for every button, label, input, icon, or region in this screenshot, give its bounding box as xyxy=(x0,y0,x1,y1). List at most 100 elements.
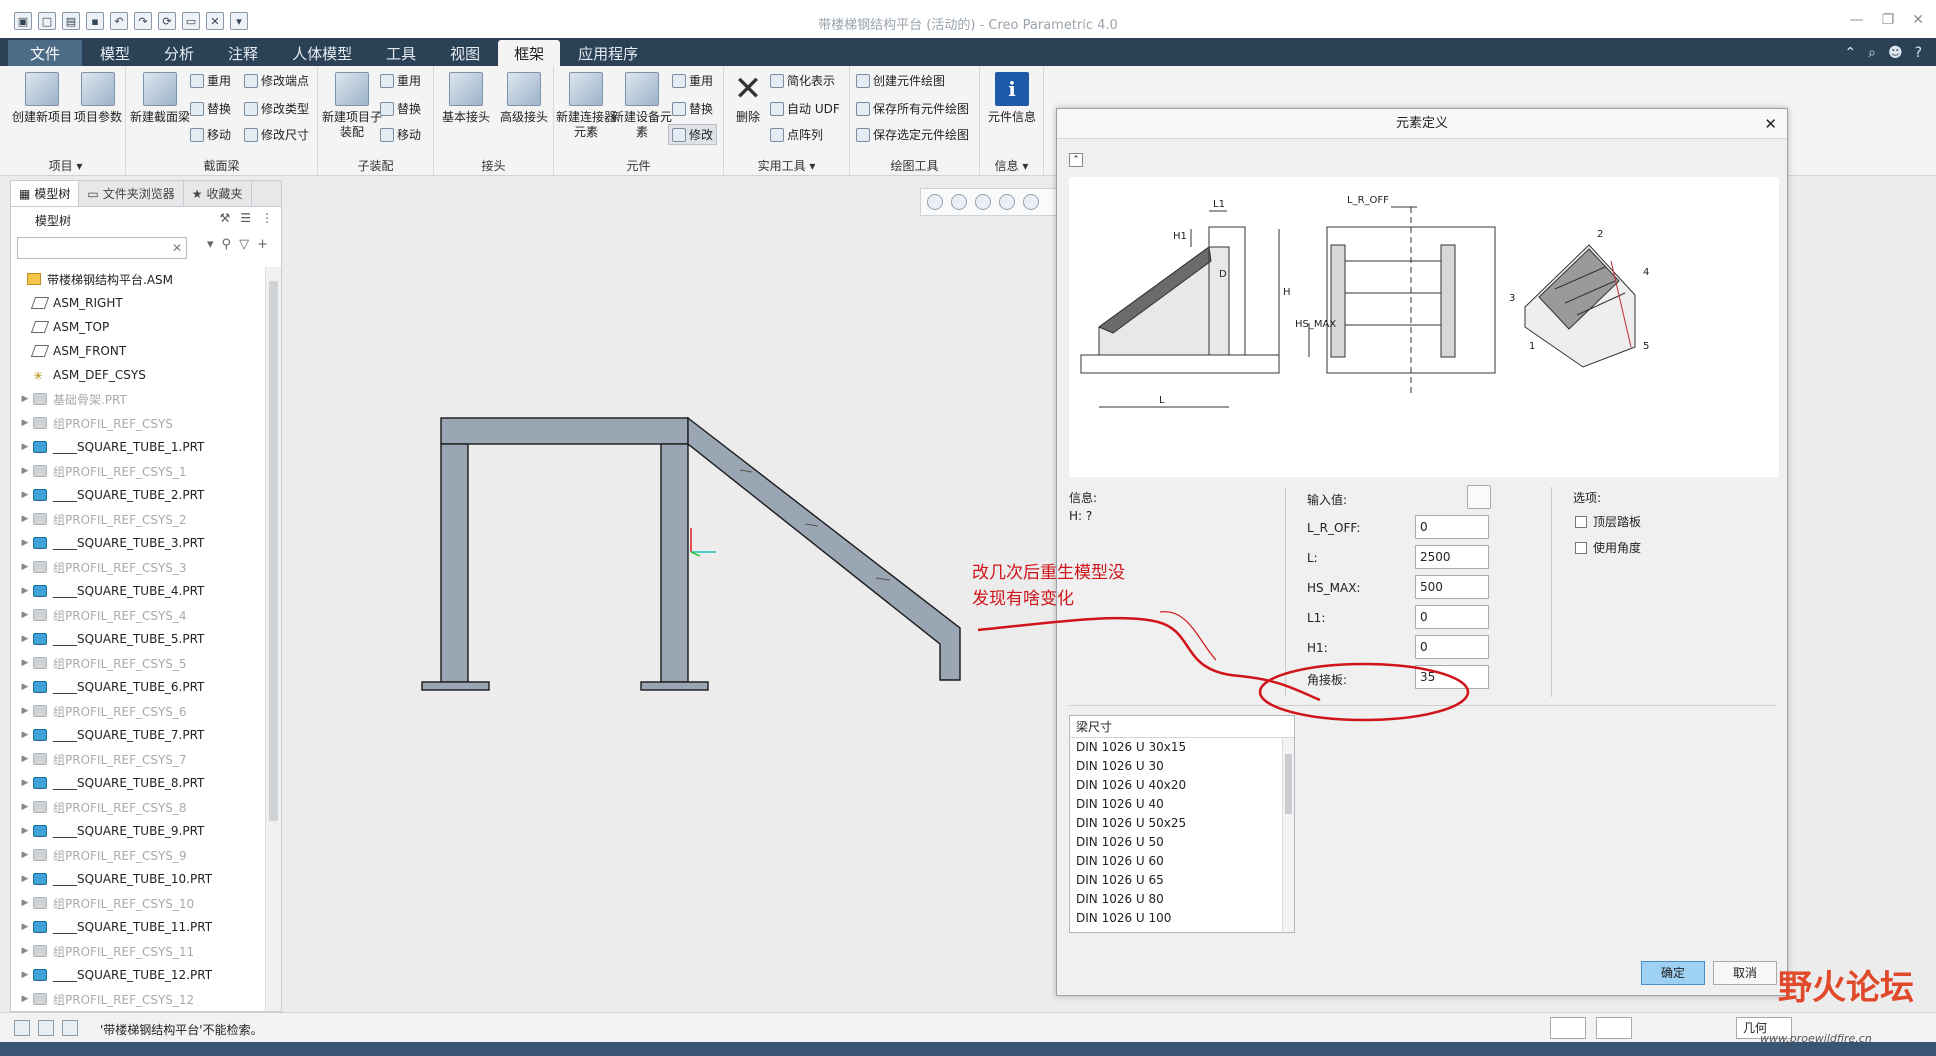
list-item[interactable]: DIN 1026 U 40 xyxy=(1070,795,1294,814)
expand-icon[interactable]: ▶ xyxy=(17,706,33,716)
beam-reuse-button[interactable]: 重用 xyxy=(190,72,231,89)
tab-model-tree[interactable]: ▦ 模型树 xyxy=(11,181,80,206)
tree-item[interactable]: ▶ ____SQUARE_TUBE_12.PRT xyxy=(11,963,263,987)
tree-item[interactable]: ▶ 基础骨架.PRT xyxy=(11,387,263,411)
help-icon[interactable]: ? xyxy=(1915,45,1922,61)
tree-item[interactable]: ▶ 组PROFIL_REF_CSYS_9 xyxy=(11,843,263,867)
tab-annotate[interactable]: 注释 xyxy=(212,40,274,66)
tree-item[interactable]: ▶ 组PROFIL_REF_CSYS_5 xyxy=(11,651,263,675)
dialog-close-icon[interactable]: ✕ xyxy=(1764,109,1777,139)
tab-folder-browser[interactable]: ▭ 文件夹浏览器 xyxy=(79,181,184,206)
tree-item[interactable]: ASM_RIGHT xyxy=(11,291,263,315)
expand-icon[interactable]: ▶ xyxy=(17,754,33,764)
tree-item[interactable]: ▶ 组PROFIL_REF_CSYS_12 xyxy=(11,987,263,1011)
point-pattern-button[interactable]: 点阵列 xyxy=(770,126,823,143)
tree-filter-icon[interactable]: ⋮ xyxy=(261,211,273,225)
tab-file[interactable]: 文件 xyxy=(8,40,83,66)
tree-item[interactable]: ▶ ____SQUARE_TUBE_2.PRT xyxy=(11,483,263,507)
checkbox[interactable] xyxy=(1575,515,1587,528)
expand-icon[interactable]: ▶ xyxy=(17,466,33,476)
expand-icon[interactable]: ▶ xyxy=(17,898,33,908)
repaint-icon[interactable] xyxy=(999,194,1015,210)
new-connector-element-button[interactable]: 新建连接器元素 xyxy=(554,72,618,140)
new-subassembly-button[interactable]: 新建项目子装配 xyxy=(320,72,384,140)
tree-item[interactable]: ▶ 组PROFIL_REF_CSYS xyxy=(11,411,263,435)
display-style-icon[interactable] xyxy=(1023,194,1039,210)
tab-tools[interactable]: 工具 xyxy=(370,40,432,66)
expand-icon[interactable]: ▶ xyxy=(17,850,33,860)
list-item[interactable]: DIN 1026 U 60 xyxy=(1070,852,1294,871)
element-reuse-button[interactable]: 重用 xyxy=(672,72,713,89)
modify-type-button[interactable]: 修改类型 xyxy=(244,100,309,117)
close-icon[interactable]: ✕ xyxy=(1912,12,1924,28)
expand-icon[interactable]: ▶ xyxy=(17,994,33,1004)
find-icon[interactable]: ⚲ xyxy=(222,237,232,252)
list-item[interactable]: DIN 1026 U 50 xyxy=(1070,833,1294,852)
tree-search-input[interactable]: ✕ xyxy=(17,237,187,259)
selection-box-icon[interactable] xyxy=(1596,1017,1632,1039)
tree-item[interactable]: ▶ ____SQUARE_TUBE_3.PRT xyxy=(11,531,263,555)
expand-icon[interactable]: ▶ xyxy=(17,730,33,740)
tree-item[interactable]: ▶ 组PROFIL_REF_CSYS_1 xyxy=(11,459,263,483)
tab-favorites[interactable]: ★ 收藏夹 xyxy=(184,181,252,206)
expand-icon[interactable]: ▶ xyxy=(17,634,33,644)
create-component-drawing-button[interactable]: 创建元件绘图 xyxy=(856,72,945,89)
param-input-gusset[interactable]: 35 xyxy=(1415,665,1489,689)
expand-icon[interactable]: ▶ xyxy=(17,586,33,596)
ok-button[interactable]: 确定 xyxy=(1641,961,1705,985)
advanced-joint-button[interactable]: 高级接头 xyxy=(492,72,556,125)
checkbox[interactable] xyxy=(1575,541,1587,554)
new-beam-button[interactable]: 新建截面梁 xyxy=(128,72,192,125)
expand-icon[interactable]: ▶ xyxy=(17,562,33,572)
group-caption[interactable]: 实用工具 ▾ xyxy=(724,157,849,174)
find-tool-icon[interactable] xyxy=(1550,1017,1586,1039)
project-params-button[interactable]: 项目参数 xyxy=(66,72,130,125)
beam-size-list[interactable]: 梁尺寸 DIN 1026 U 30x15 DIN 1026 U 30 DIN 102… xyxy=(1069,715,1295,933)
list-item[interactable]: DIN 1026 U 40x20 xyxy=(1070,776,1294,795)
zoom-fit-icon[interactable] xyxy=(927,194,943,210)
zoom-in-icon[interactable] xyxy=(951,194,967,210)
tree-item[interactable]: ▶ ____SQUARE_TUBE_6.PRT xyxy=(11,675,263,699)
list-item[interactable]: DIN 1026 U 50x25 xyxy=(1070,814,1294,833)
filter-icon[interactable]: ▽ xyxy=(239,237,249,252)
modify-size-button[interactable]: 修改尺寸 xyxy=(244,126,309,143)
auto-udf-button[interactable]: 自动 UDF xyxy=(770,100,840,117)
tree-item[interactable]: ▶ 组PROFIL_REF_CSYS_7 xyxy=(11,747,263,771)
param-input-h1[interactable]: 0 xyxy=(1415,635,1489,659)
expand-icon[interactable]: ▶ xyxy=(17,538,33,548)
beam-replace-button[interactable]: 替换 xyxy=(190,100,231,117)
collapse-ribbon-icon[interactable]: ⌃ xyxy=(1844,45,1856,61)
simplified-rep-button[interactable]: 简化表示 xyxy=(770,72,835,89)
tree-item[interactable]: ASM_TOP xyxy=(11,315,263,339)
expand-icon[interactable]: ▶ xyxy=(17,874,33,884)
tab-applications[interactable]: 应用程序 xyxy=(562,40,654,66)
restore-icon[interactable]: ❐ xyxy=(1882,12,1895,28)
tree-item[interactable]: ▶ ____SQUARE_TUBE_7.PRT xyxy=(11,723,263,747)
tab-manikin[interactable]: 人体模型 xyxy=(276,40,368,66)
subasm-reuse-button[interactable]: 重用 xyxy=(380,72,421,89)
param-input-hsmax[interactable]: 500 xyxy=(1415,575,1489,599)
dropdown-icon[interactable]: ▾ xyxy=(207,237,214,252)
clear-search-icon[interactable]: ✕ xyxy=(172,241,182,255)
beam-move-button[interactable]: 移动 xyxy=(190,126,231,143)
navigator-toggle-icon[interactable] xyxy=(14,1020,30,1036)
browser-toggle-icon[interactable] xyxy=(38,1020,54,1036)
group-caption[interactable]: 信息 ▾ xyxy=(980,157,1043,174)
param-input-l1[interactable]: 0 xyxy=(1415,605,1489,629)
collapse-figure-icon[interactable]: ⌃ xyxy=(1069,153,1083,167)
scroll-thumb[interactable] xyxy=(1285,754,1292,814)
list-item[interactable]: DIN 1026 U 30 xyxy=(1070,757,1294,776)
list-item[interactable]: DIN 1026 U 30x15 xyxy=(1070,738,1294,757)
list-item[interactable]: DIN 1026 U 100 xyxy=(1070,909,1294,928)
tree-item[interactable]: ▶ 组PROFIL_REF_CSYS_6 xyxy=(11,699,263,723)
tree-item[interactable]: ▶ ____SQUARE_TUBE_11.PRT xyxy=(11,915,263,939)
list-item[interactable]: DIN 1026 U 65 xyxy=(1070,871,1294,890)
tree-item[interactable]: ▶ ____SQUARE_TUBE_4.PRT xyxy=(11,579,263,603)
tree-item[interactable]: ✳ ASM_DEF_CSYS xyxy=(11,363,263,387)
fullscreen-icon[interactable] xyxy=(62,1020,78,1036)
tree-item[interactable]: ▶ 组PROFIL_REF_CSYS_8 xyxy=(11,795,263,819)
expand-icon[interactable]: ▶ xyxy=(17,802,33,812)
tree-item[interactable]: ▶ ____SQUARE_TUBE_10.PRT xyxy=(11,867,263,891)
expand-icon[interactable]: ▶ xyxy=(17,778,33,788)
tab-model[interactable]: 模型 xyxy=(84,40,146,66)
